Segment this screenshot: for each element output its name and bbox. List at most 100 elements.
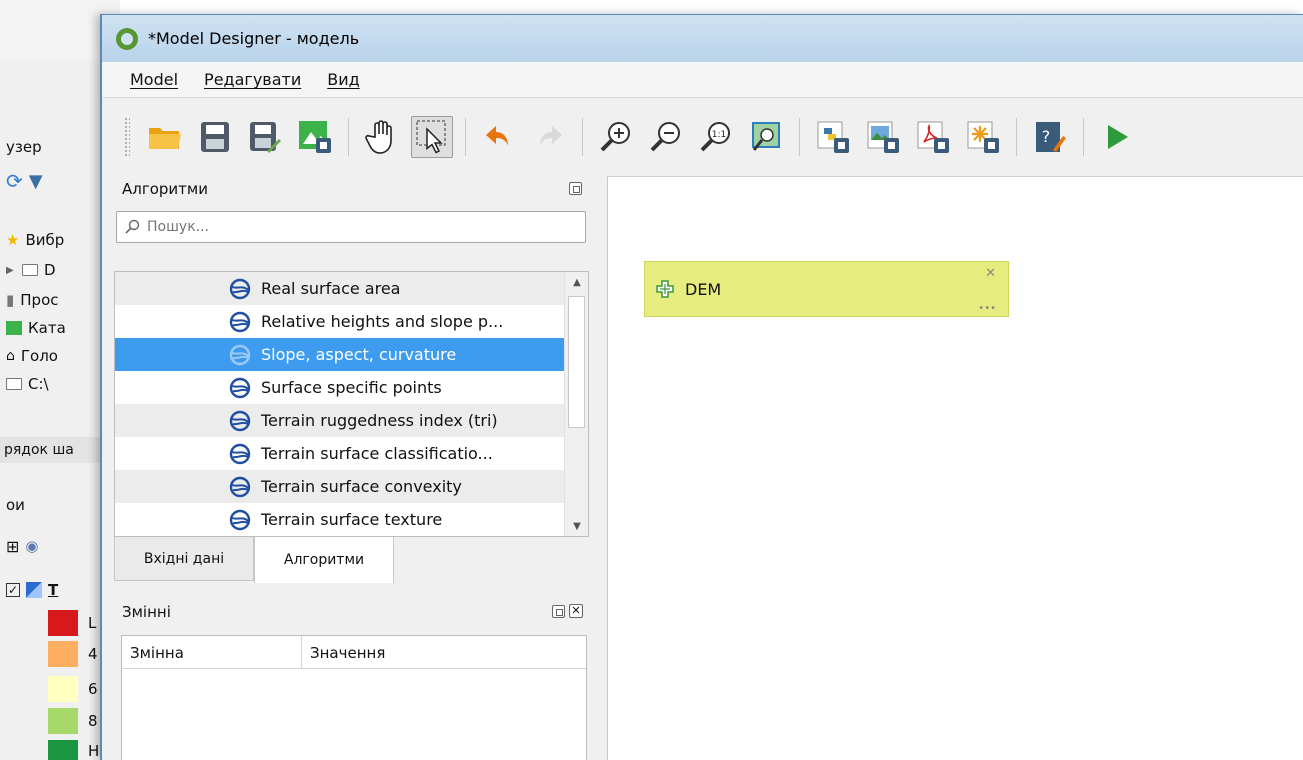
browser-item-d[interactable]: ▶ D [6, 257, 56, 283]
tab-inputs[interactable]: Вхідні дані [114, 537, 254, 581]
browser-item-favorites[interactable]: ★ Вибр [6, 227, 64, 253]
export-image-button[interactable] [862, 116, 904, 158]
hand-icon [365, 120, 392, 154]
legend-label: 8 [88, 712, 98, 730]
home-icon: ⌂ [6, 348, 15, 364]
toolbar-separator [582, 118, 583, 156]
more-options-icon[interactable]: ••• [978, 303, 996, 314]
list-item[interactable]: Terrain surface convexity [115, 470, 565, 503]
menu-model[interactable]: Model [130, 70, 178, 89]
menu-edit[interactable]: Редагувати [204, 70, 301, 89]
tab-label: Вхідні дані [143, 550, 225, 567]
column-header-value[interactable]: Значення [302, 636, 586, 669]
folder-icon [22, 264, 38, 276]
list-item-label: Real surface area [261, 279, 401, 298]
layers-panel-label: ои [6, 496, 25, 514]
zoom-in-icon [600, 122, 630, 152]
list-item[interactable]: Terrain surface texture [115, 503, 565, 536]
filter-icon[interactable]: ▼ [29, 171, 43, 192]
select-button[interactable] [411, 116, 453, 158]
title-bar[interactable]: *Model Designer - модель [102, 15, 1303, 62]
list-item-selected[interactable]: Slope, aspect, curvature [115, 338, 565, 371]
add-group-icon[interactable]: ⊞ [6, 537, 19, 556]
browser-item-c-drive[interactable]: C:\ [6, 371, 49, 397]
save-to-project-button[interactable] [294, 116, 336, 158]
search-icon [125, 219, 140, 234]
float-panel-icon[interactable] [569, 182, 582, 195]
browser-item-project[interactable]: ▮ Прос [6, 287, 59, 313]
export-image-icon [867, 121, 899, 153]
zoom-in-button[interactable] [595, 116, 637, 158]
close-icon[interactable]: ✕ [569, 604, 583, 618]
legend-swatch [48, 610, 78, 636]
browser-item-home[interactable]: ⌂ Голо [6, 343, 58, 369]
zoom-full-button[interactable] [745, 116, 787, 158]
scroll-down-icon[interactable]: ▼ [565, 516, 588, 536]
eye-icon[interactable]: ◉ [25, 537, 38, 555]
chevron-right-icon: ▶ [6, 264, 14, 276]
open-model-button[interactable] [144, 116, 186, 158]
list-item[interactable]: Terrain ruggedness index (tri) [115, 404, 565, 437]
save-as-button[interactable] [244, 116, 286, 158]
list-item[interactable]: Surface specific points [115, 371, 565, 404]
tab-algorithms[interactable]: Алгоритми [254, 537, 394, 583]
algorithms-panel-header: Алгоритми [114, 175, 594, 203]
zoom-actual-button[interactable]: 1:1 [695, 116, 737, 158]
folder-open-icon [149, 128, 181, 149]
list-item-label: Relative heights and slope p... [261, 312, 504, 331]
list-item-label: Terrain surface classificatio... [261, 444, 493, 463]
left-dock: Алгоритми Real surface area Relative hei… [114, 175, 594, 760]
list-item[interactable]: Relative heights and slope p... [115, 305, 565, 338]
zoom-out-icon [650, 122, 680, 152]
table-header: Змінна Значення [122, 636, 586, 669]
export-pdf-button[interactable] [912, 116, 954, 158]
saga-icon [229, 377, 251, 398]
list-item-label: Terrain surface convexity [261, 477, 462, 496]
remove-node-icon[interactable]: ✕ [985, 266, 996, 281]
save-model-button[interactable] [194, 116, 236, 158]
layer-row[interactable]: ✓ Т [6, 577, 58, 603]
algorithm-search[interactable] [116, 211, 586, 243]
legend-swatch [48, 641, 78, 667]
save-icon [201, 122, 229, 152]
column-header-variable[interactable]: Змінна [122, 636, 302, 669]
save-as-icon [250, 122, 281, 153]
search-input[interactable] [147, 219, 567, 235]
input-node[interactable]: DEM ✕ ••• [644, 261, 1009, 317]
variables-panel-title: Змінні [122, 603, 171, 621]
toolbar-grip[interactable] [124, 117, 130, 157]
checkbox-checked-icon[interactable]: ✓ [6, 583, 20, 597]
browser-item-catalog[interactable]: Ката [6, 315, 66, 341]
layers-toolbar: ⊞ ◉ [6, 533, 39, 559]
list-item[interactable]: Terrain surface classificatio... [115, 437, 565, 470]
saga-icon [229, 476, 251, 497]
refresh-icon[interactable]: ⟳ [6, 169, 23, 193]
list-item[interactable]: Real surface area [115, 272, 565, 305]
menu-view[interactable]: Вид [327, 70, 359, 89]
pan-button[interactable] [361, 116, 403, 158]
list-scrollbar[interactable]: ▲ ▼ [564, 272, 588, 536]
select-arrow-icon [416, 120, 446, 154]
run-model-button[interactable] [1096, 116, 1138, 158]
tab-label: Алгоритми [283, 552, 365, 568]
menu-bar: Model Редагувати Вид [102, 62, 1303, 98]
redo-button[interactable] [528, 116, 570, 158]
model-canvas[interactable]: DEM ✕ ••• [607, 176, 1303, 760]
zoom-full-icon [752, 122, 780, 151]
toolbar-separator [348, 118, 349, 156]
export-python-button[interactable] [812, 116, 854, 158]
catalog-icon [6, 321, 22, 335]
scroll-thumb[interactable] [568, 296, 585, 428]
edit-help-button[interactable]: ? [1029, 116, 1071, 158]
list-item-label: Surface specific points [261, 378, 442, 397]
window-title: *Model Designer - модель [148, 29, 360, 48]
scroll-up-icon[interactable]: ▲ [565, 272, 588, 292]
input-node-label: DEM [685, 279, 722, 299]
zoom-out-button[interactable] [645, 116, 687, 158]
float-panel-icon[interactable] [552, 605, 565, 618]
export-svg-button[interactable] [962, 116, 1004, 158]
qgis-logo-icon [116, 27, 138, 50]
list-item-label: Slope, aspect, curvature [261, 345, 457, 364]
toolbar-separator [1083, 118, 1084, 156]
undo-button[interactable] [478, 116, 520, 158]
